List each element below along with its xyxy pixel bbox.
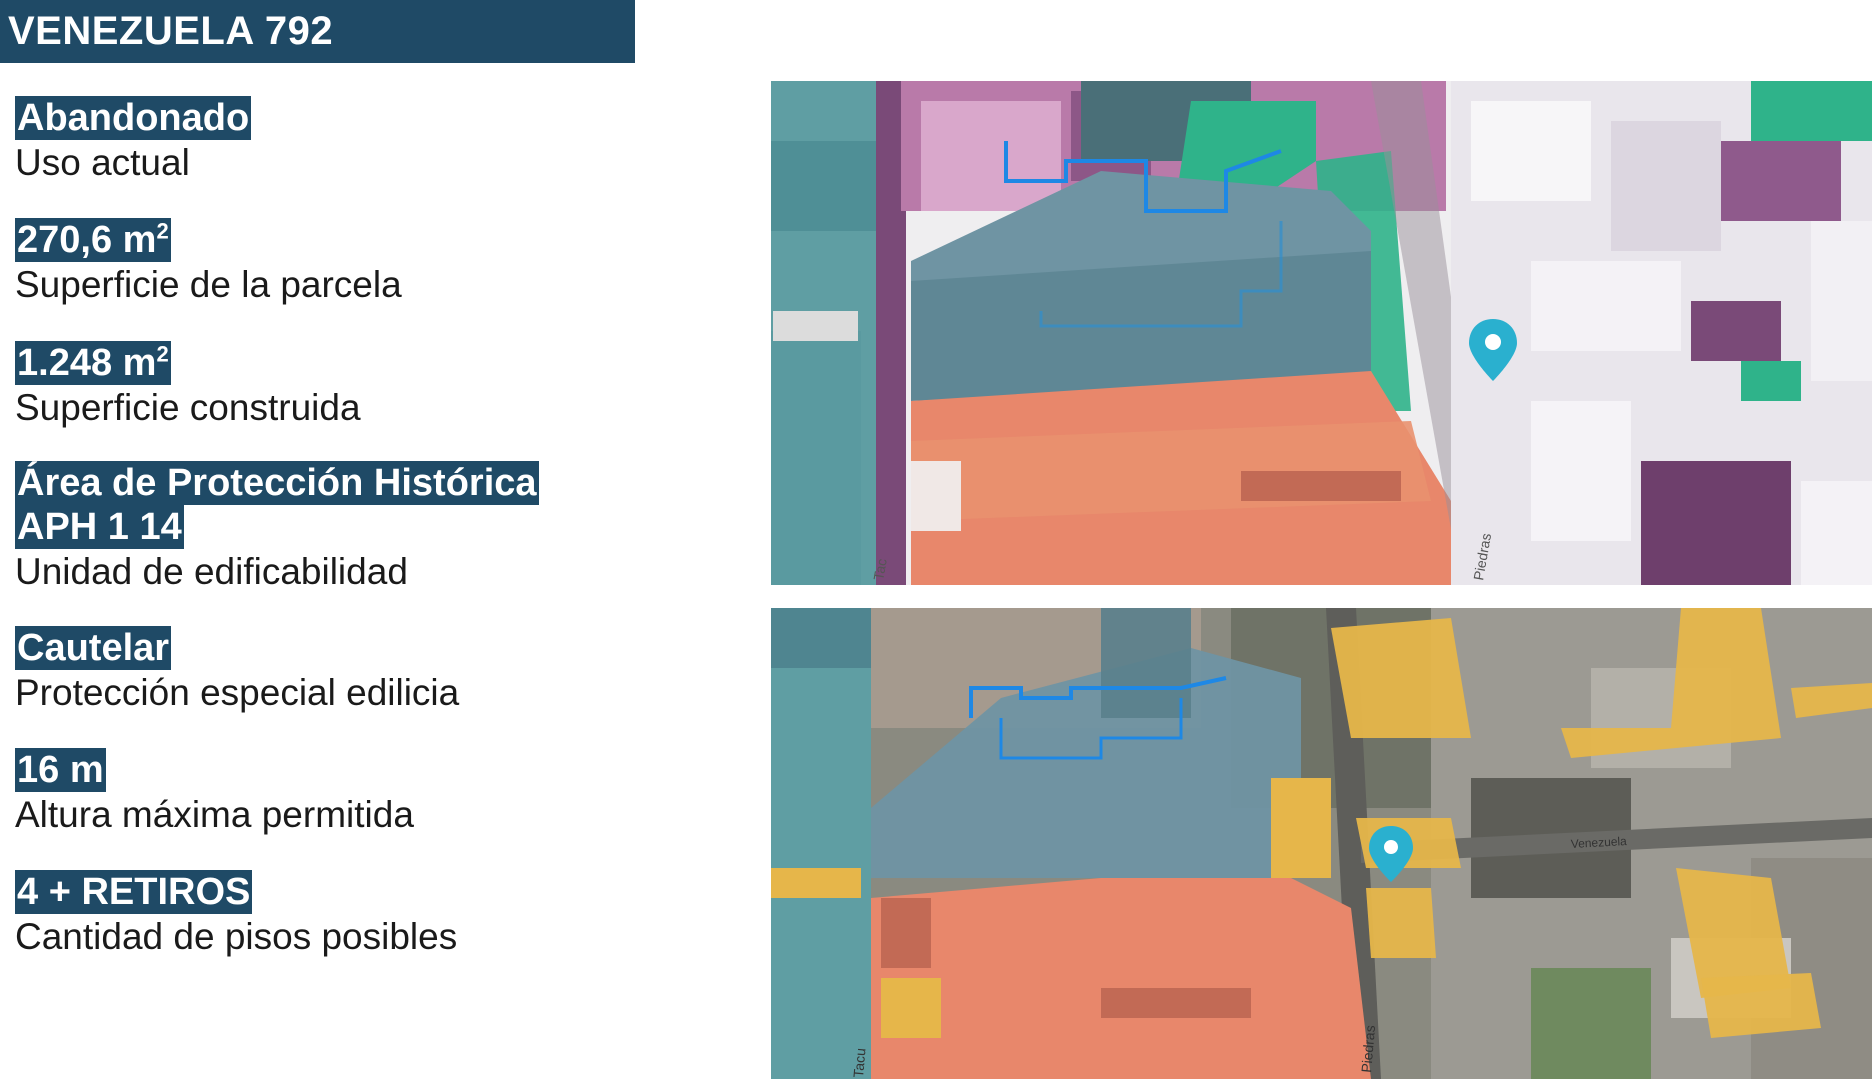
fact-value: 1.248 m2	[15, 341, 171, 385]
fact-uso-actual: Abandonado Uso actual	[15, 96, 615, 186]
fact-value-secondary: APH 1 14	[15, 505, 184, 549]
fact-value: 16 m	[15, 748, 106, 792]
map-satellite-canvas: Tacu Piedras Venezuela	[771, 608, 1872, 1079]
fact-proteccion-especial: Cautelar Protección especial edilicia	[15, 626, 615, 716]
fact-superficie-construida: 1.248 m2 Superficie construida	[15, 341, 615, 431]
fact-label: Unidad de edificabilidad	[15, 551, 408, 592]
fact-label: Superficie de la parcela	[15, 264, 402, 305]
fact-label: Uso actual	[15, 142, 190, 183]
map-3d-canvas: Tac Piedras	[771, 81, 1872, 585]
map-satellite-view[interactable]: Tacu Piedras Venezuela	[771, 608, 1872, 1079]
fact-value: Área de Protección Histórica	[15, 461, 539, 505]
fact-value: Abandonado	[15, 96, 252, 140]
fact-superficie-parcela: 270,6 m2 Superficie de la parcela	[15, 218, 615, 308]
fact-cantidad-pisos: 4 + RETIROS Cantidad de pisos posibles	[15, 870, 615, 960]
fact-label: Altura máxima permitida	[15, 794, 414, 835]
fact-unidad-edificabilidad: Área de Protección Histórica APH 1 14 Un…	[15, 461, 615, 595]
fact-altura-maxima: 16 m Altura máxima permitida	[15, 748, 615, 838]
page-title: VENEZUELA 792	[0, 0, 635, 63]
street-label: Venezuela	[1570, 834, 1627, 851]
fact-label: Protección especial edilicia	[15, 672, 460, 713]
fact-value: 270,6 m2	[15, 218, 171, 262]
fact-label: Superficie construida	[15, 387, 361, 428]
facts-list: Abandonado Uso actual 270,6 m2 Superfici…	[15, 96, 615, 960]
maps-panel: Tac Piedras Tacu Piedras Venezuela	[771, 81, 1872, 1079]
fact-value: Cautelar	[15, 626, 172, 670]
map-3d-view[interactable]: Tac Piedras	[771, 81, 1872, 585]
fact-label: Cantidad de pisos posibles	[15, 916, 458, 957]
street-label: Tacu	[850, 1047, 869, 1078]
fact-value: 4 + RETIROS	[15, 870, 253, 914]
